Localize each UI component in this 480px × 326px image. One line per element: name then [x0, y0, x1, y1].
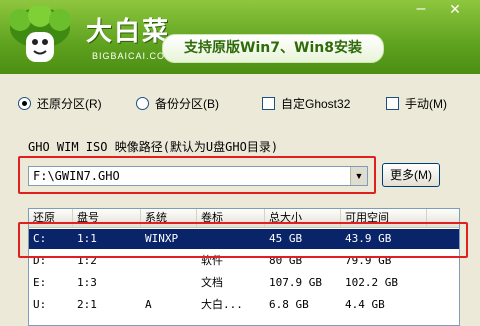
radio-indicator [136, 97, 149, 110]
cell-disk-number: 1:3 [77, 276, 97, 289]
cell-free-space: 4.4 GB [345, 298, 385, 311]
cell-system [141, 273, 145, 293]
cabbage-mascot-icon [9, 6, 71, 62]
cell-volume-label: 文档 [201, 276, 223, 289]
restore-partition-radio[interactable]: 还原分区(R) [18, 95, 102, 112]
backup-partition-label: 备份分区(B) [155, 97, 219, 111]
logo-title: 大白菜 [86, 17, 171, 47]
cell-disk-number: 2:1 [77, 298, 97, 311]
cell-restore: U: [33, 298, 47, 311]
more-button[interactable]: 更多(M) [382, 163, 440, 187]
cell-volume-label: 大白... [201, 298, 243, 311]
radio-selected-indicator [18, 97, 31, 110]
custom-ghost-label: 自定Ghost32 [281, 97, 351, 111]
backup-partition-radio[interactable]: 备份分区(B) [136, 95, 219, 112]
cell-system: A [145, 298, 152, 311]
image-path-label: GHO WIM ISO 映像路径(默认为U盘GHO目录) [28, 140, 279, 154]
restore-partition-label: 还原分区(R) [37, 97, 102, 111]
manual-checkbox[interactable]: 手动(M) [386, 95, 447, 112]
slogan-badge: 支持原版Win7、Win8安装 [162, 34, 384, 63]
custom-ghost-checkbox[interactable]: 自定Ghost32 [262, 95, 350, 112]
checkbox-box [386, 97, 399, 110]
cell-restore: E: [33, 276, 47, 289]
table-row[interactable]: U: 2:1 A 大白... 6.8 GB 4.4 GB [29, 295, 459, 315]
minimize-button[interactable]: – [410, 0, 432, 18]
checkbox-box [262, 97, 275, 110]
manual-label: 手动(M) [405, 97, 447, 111]
close-button[interactable]: ✕ [444, 0, 466, 18]
table-row[interactable]: E: 1:3 文档 107.9 GB 102.2 GB [29, 273, 459, 293]
cell-total-size: 6.8 GB [269, 298, 309, 311]
cell-total-size: 107.9 GB [269, 276, 322, 289]
cell-free-space: 102.2 GB [345, 276, 398, 289]
highlight-box-image-path [18, 156, 376, 194]
header-banner: 大白菜 BIGBAICAI.COM 支持原版Win7、Win8安装 – ✕ [0, 0, 480, 74]
highlight-box-selected-row [18, 222, 468, 258]
